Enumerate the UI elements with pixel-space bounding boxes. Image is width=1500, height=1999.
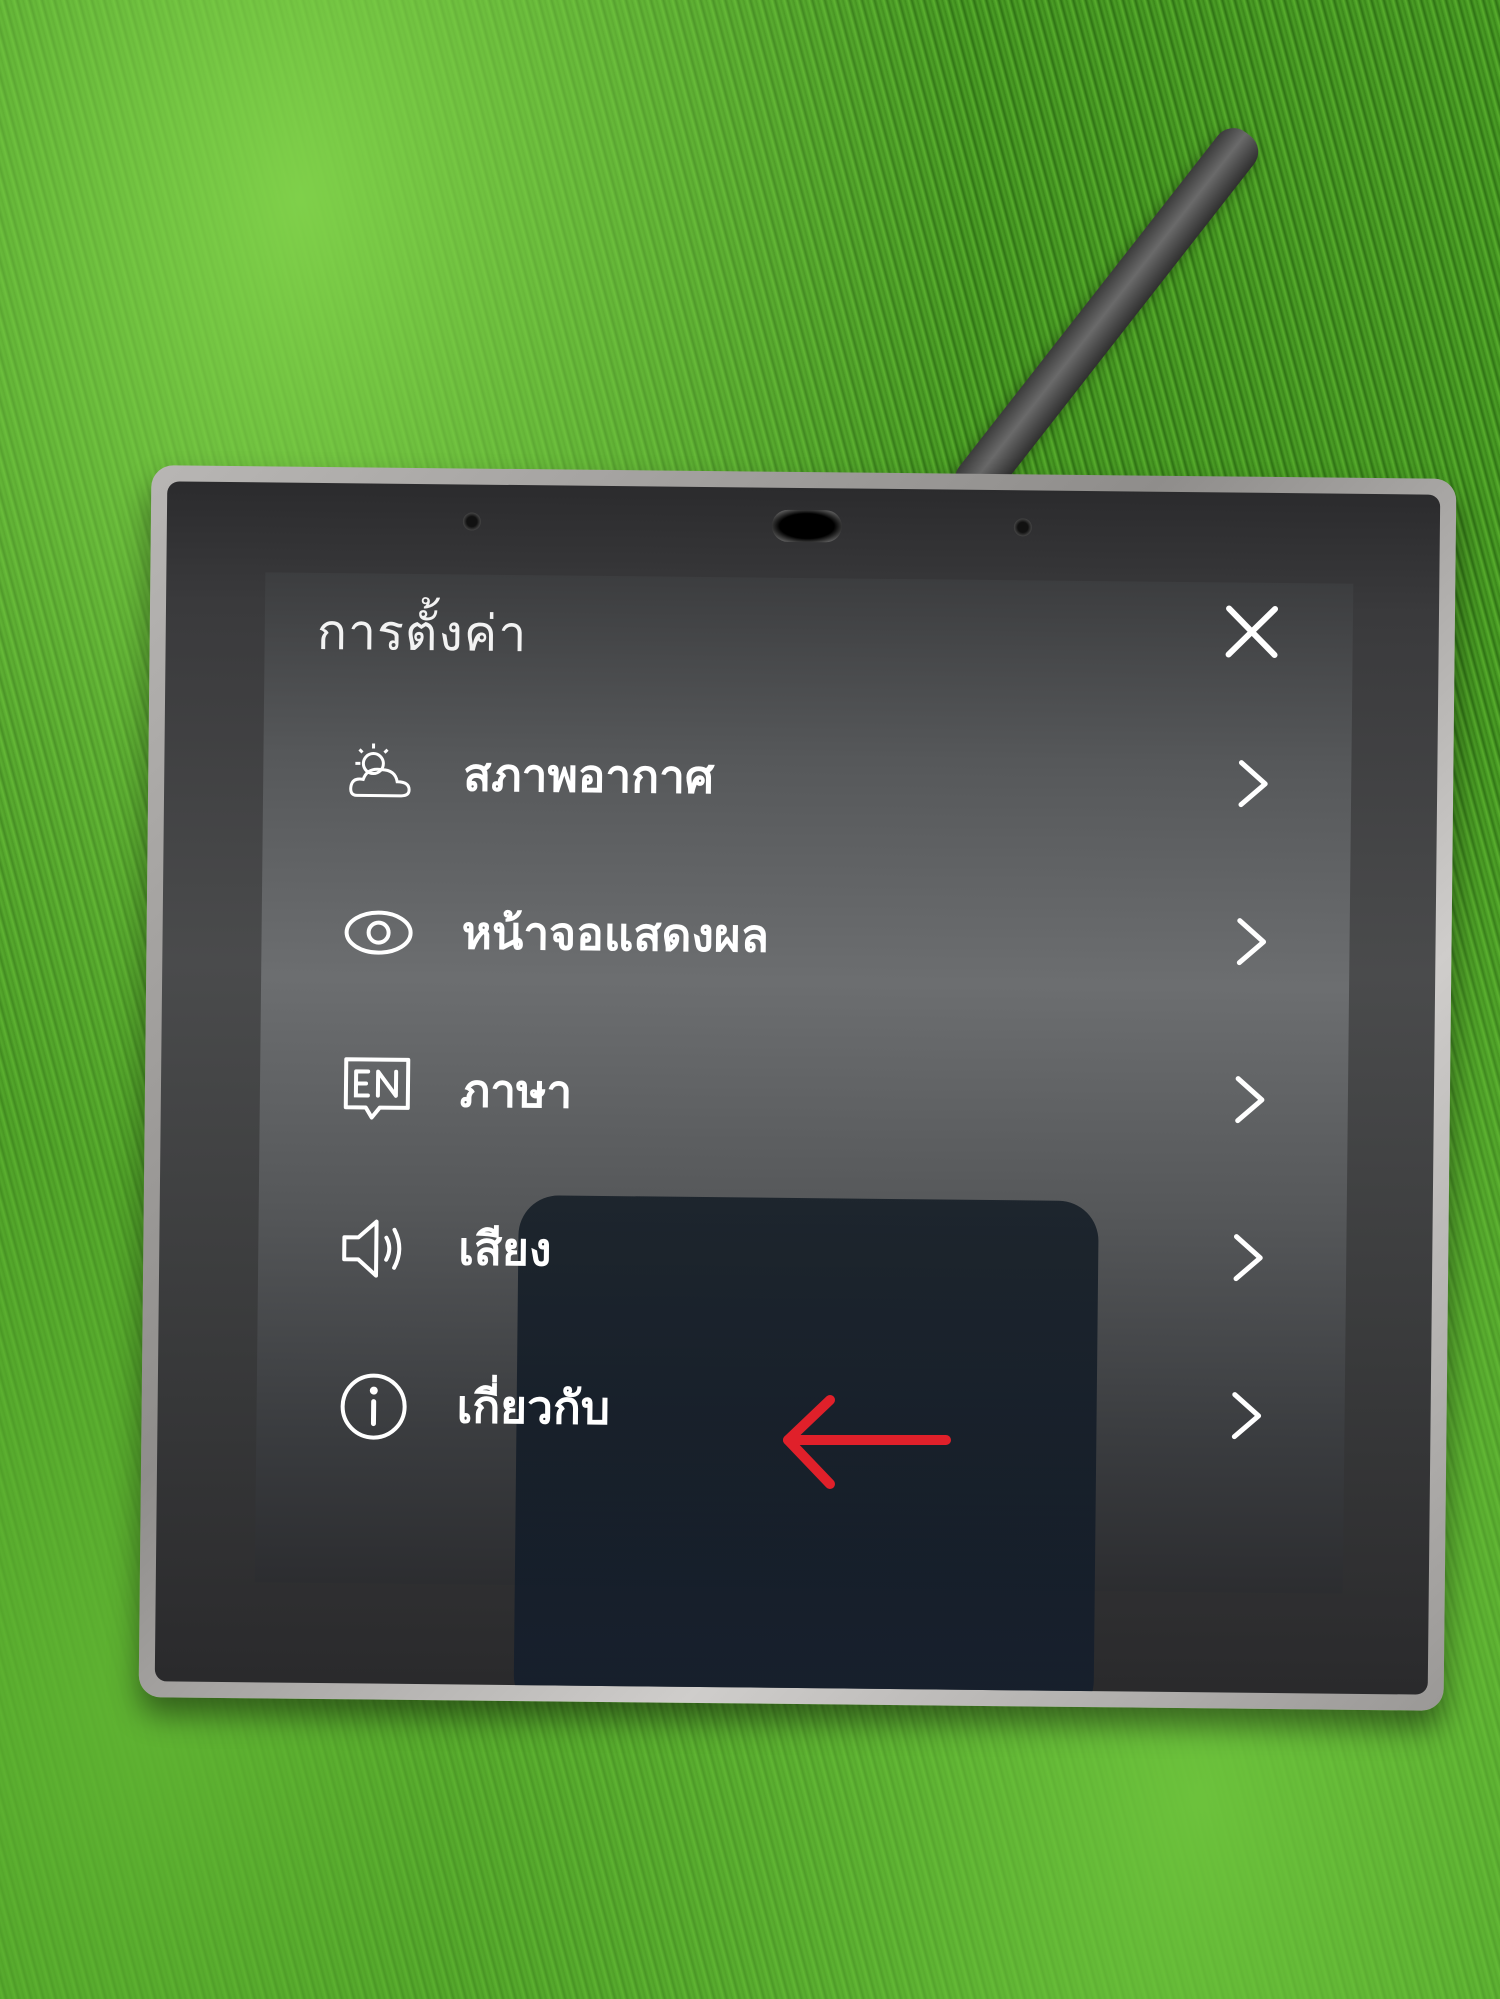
menu-item-weather[interactable]: สภาพอากาศ <box>262 710 1352 879</box>
device-glass: การตั้งค่า สภาพอากาศ หน้าจอแสดงผล ภาษา เ… <box>154 481 1441 1695</box>
close-icon[interactable] <box>1220 600 1283 663</box>
chevron-right-icon <box>1235 1076 1265 1124</box>
eye-icon <box>344 910 413 955</box>
menu-item-language[interactable]: ภาษา <box>259 1026 1349 1195</box>
chevron-right-icon <box>1238 760 1268 808</box>
menu-item-display[interactable]: หน้าจอแสดงผล <box>261 868 1351 1037</box>
menu-item-sound[interactable]: เสียง <box>257 1184 1347 1353</box>
menu-item-label: ภาษา <box>459 1063 573 1119</box>
sensor-dot-left <box>462 512 482 531</box>
smart-panel-device: การตั้งค่า สภาพอากาศ หน้าจอแสดงผล ภาษา เ… <box>138 465 1457 1711</box>
annotation-arrow-icon <box>783 1395 951 1489</box>
sensor-slot <box>771 509 843 543</box>
info-icon <box>340 1373 407 1440</box>
page-title: การตั้งค่า <box>316 602 528 664</box>
chevron-right-icon <box>1236 918 1267 966</box>
weather-icon <box>349 743 411 798</box>
speaker-icon <box>342 1219 402 1278</box>
chevron-right-icon <box>1233 1234 1263 1282</box>
menu-item-label: สภาพอากาศ <box>462 747 715 805</box>
sensor-dot-right <box>1013 518 1032 537</box>
cable <box>946 120 1267 511</box>
language-en-icon <box>343 1057 411 1120</box>
chevron-right-icon <box>1231 1392 1262 1440</box>
menu-item-label: หน้าจอแสดงผล <box>461 905 770 963</box>
menu-item-label: เกี่ยวกับ <box>456 1379 611 1436</box>
menu-item-label: เสียง <box>458 1221 552 1277</box>
